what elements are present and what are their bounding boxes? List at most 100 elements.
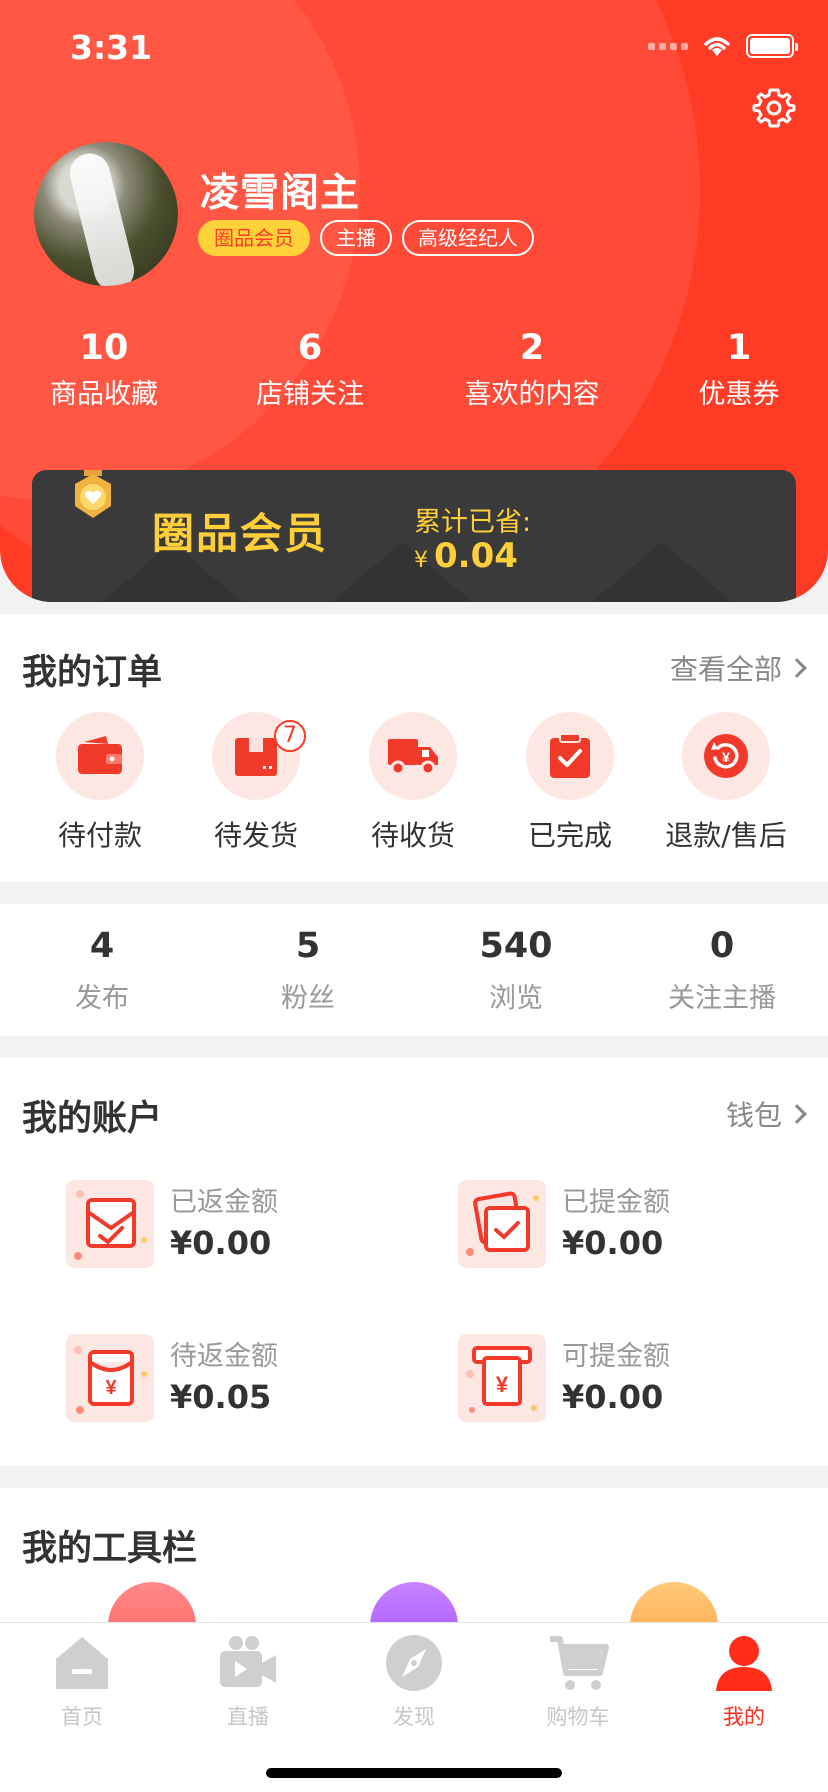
tools-card: 我的工具栏 — [0, 1488, 828, 1628]
tab-label: 购物车 — [546, 1705, 610, 1729]
stat-favorites[interactable]: 10 商品收藏 — [24, 328, 184, 411]
stat-coupons[interactable]: 1 优惠券 — [664, 328, 814, 411]
profile-header: 3:31 凌雪阁主 圈品会员 主播 高级经纪人 10 商品收藏 6 店铺关注 2… — [0, 0, 828, 602]
stat-followed-anchors[interactable]: 0 关注主播 — [622, 926, 822, 1015]
account-title: 我的账户 — [22, 1099, 163, 1139]
order-icon-bg — [369, 712, 457, 800]
refund-icon: ¥ — [704, 734, 748, 778]
tab-label: 发现 — [393, 1705, 435, 1729]
tab-label: 我的 — [723, 1705, 765, 1729]
stat-posts[interactable]: 4 发布 — [2, 926, 202, 1015]
order-label: 退款/售后 — [665, 819, 787, 852]
atm-yen-icon: ¥ — [458, 1334, 546, 1422]
status-time: 3:31 — [70, 28, 153, 67]
tab-label: 直播 — [227, 1705, 269, 1729]
stat-label: 发布 — [75, 983, 129, 1014]
svg-text:¥: ¥ — [722, 749, 730, 765]
account-value: ¥0.00 — [562, 1224, 664, 1262]
stat-label: 店铺关注 — [256, 379, 364, 410]
tab-bar: 首页 直播 发现 购物车 我的 — [0, 1622, 828, 1792]
vip-saved-label: 累计已省: — [414, 507, 532, 538]
clipboard-check-icon — [550, 733, 590, 778]
account-pending-return[interactable]: ¥ 待返金额 ¥0.05 — [66, 1334, 426, 1424]
account-value: ¥0.05 — [170, 1378, 272, 1416]
order-label: 待收货 — [370, 819, 455, 852]
user-tags: 圈品会员 主播 高级经纪人 — [198, 220, 534, 256]
account-label: 待返金额 — [170, 1341, 278, 1372]
envelope-check-icon — [66, 1180, 154, 1268]
account-withdrawable[interactable]: ¥ 可提金额 ¥0.00 — [458, 1334, 818, 1424]
activity-stats-card: 4 发布 5 粉丝 540 浏览 0 关注主播 — [0, 904, 828, 1036]
order-icon-bg: ¥ — [682, 712, 770, 800]
tab-discover[interactable]: 发现 — [354, 1631, 474, 1731]
account-label: 已返金额 — [170, 1187, 278, 1218]
order-icon-bg — [526, 712, 614, 800]
stat-label: 喜欢的内容 — [464, 379, 600, 410]
orders-card: 我的订单 查看全部 待付款 7 待发货 待收货 已完成 ¥ 退款/售后 — [0, 614, 828, 882]
tag-member: 圈品会员 — [198, 220, 310, 256]
stat-value: 5 — [295, 926, 321, 966]
tab-mine[interactable]: 我的 — [684, 1631, 804, 1731]
home-indicator — [266, 1768, 562, 1778]
wallet-icon — [78, 736, 122, 774]
stat-value: 0 — [709, 926, 735, 966]
avatar[interactable] — [34, 142, 178, 286]
stat-label: 浏览 — [489, 983, 543, 1014]
saved-value: 0.04 — [434, 536, 518, 576]
chevron-right-icon — [787, 658, 807, 678]
order-pending-receipt[interactable]: 待收货 — [333, 712, 493, 854]
status-icons — [648, 34, 798, 58]
stat-value: 6 — [297, 328, 323, 368]
view-all-orders-link[interactable]: 查看全部 — [670, 648, 807, 688]
tab-live[interactable]: 直播 — [188, 1631, 308, 1731]
vip-saved-amount: ¥0.04 — [414, 536, 518, 576]
gear-icon[interactable] — [750, 84, 798, 132]
tab-home[interactable]: 首页 — [22, 1631, 142, 1731]
battery-icon — [746, 34, 798, 58]
stat-views[interactable]: 540 浏览 — [416, 926, 616, 1015]
stat-liked-content[interactable]: 2 喜欢的内容 — [442, 328, 622, 411]
order-pending-payment[interactable]: 待付款 — [20, 712, 180, 854]
signal-icon — [648, 42, 688, 50]
stat-fans[interactable]: 5 粉丝 — [208, 926, 408, 1015]
medal-icon — [75, 470, 111, 518]
compass-icon — [386, 1635, 442, 1691]
stat-value: 540 — [479, 926, 553, 966]
order-completed[interactable]: 已完成 — [490, 712, 650, 854]
person-icon — [716, 1636, 772, 1691]
package-icon — [235, 738, 277, 776]
stat-shop-follows[interactable]: 6 店铺关注 — [230, 328, 390, 411]
stat-label: 粉丝 — [281, 983, 335, 1014]
account-returned[interactable]: 已返金额 ¥0.00 — [66, 1180, 426, 1270]
wallet-label: 钱包 — [725, 1099, 782, 1132]
order-count-badge: 7 — [274, 720, 306, 752]
order-pending-shipment[interactable]: 7 待发货 — [176, 712, 336, 854]
username: 凌雪阁主 — [200, 171, 361, 216]
video-camera-icon — [220, 1636, 276, 1687]
account-label: 已提金额 — [562, 1187, 670, 1218]
vip-card[interactable]: 圈品会员 累计已省: ¥0.04 — [32, 470, 796, 602]
orders-title: 我的订单 — [22, 653, 163, 693]
tab-cart[interactable]: 购物车 — [518, 1631, 638, 1731]
home-icon — [56, 1637, 108, 1689]
stat-value: 1 — [726, 328, 752, 368]
account-label: 可提金额 — [562, 1341, 670, 1372]
stat-value: 4 — [89, 926, 115, 966]
account-card: 我的账户 钱包 已返金额 ¥0.00 已提金额 ¥0.00 ¥ 待返金额 ¥0.… — [0, 1058, 828, 1466]
wallet-link[interactable]: 钱包 — [725, 1094, 807, 1134]
tag-senior-agent: 高级经纪人 — [402, 220, 534, 256]
stat-label: 关注主播 — [668, 983, 776, 1014]
vip-decoration — [592, 542, 732, 602]
red-envelope-yen-icon: ¥ — [66, 1334, 154, 1422]
svg-text:¥: ¥ — [105, 1377, 117, 1399]
tag-anchor: 主播 — [320, 220, 392, 256]
order-refund-aftersale[interactable]: ¥ 退款/售后 — [646, 712, 806, 854]
truck-icon — [388, 739, 438, 776]
tools-title: 我的工具栏 — [22, 1529, 198, 1569]
stat-value: 2 — [519, 328, 545, 368]
order-label: 已完成 — [527, 819, 612, 852]
account-withdrawn[interactable]: 已提金额 ¥0.00 — [458, 1180, 818, 1270]
stat-value: 10 — [79, 328, 129, 368]
svg-text:¥: ¥ — [496, 1372, 509, 1397]
vip-title: 圈品会员 — [152, 509, 329, 558]
